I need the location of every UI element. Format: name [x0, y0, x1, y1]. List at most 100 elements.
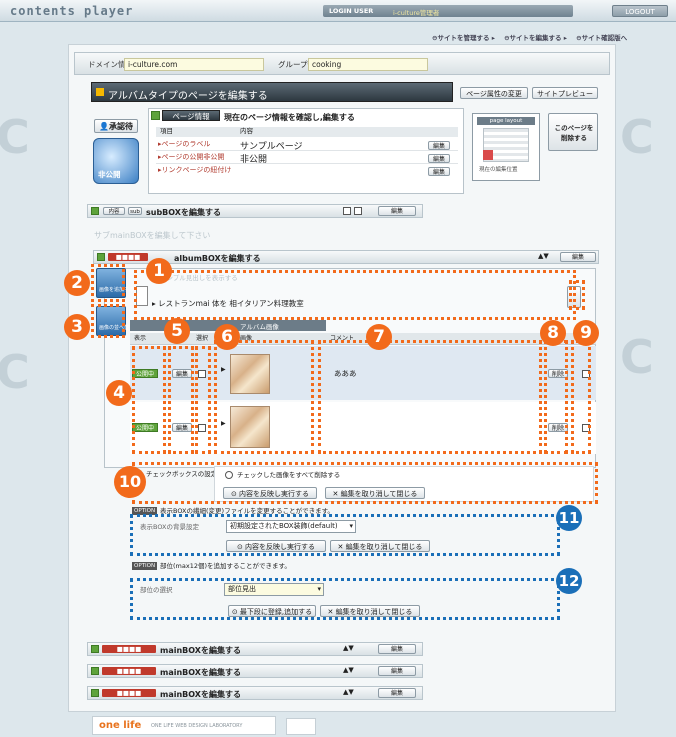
- subbox-bar: 内容 sub subBOXを編集する 編集: [87, 204, 423, 218]
- green-square-icon: [97, 253, 105, 261]
- callout-badge-7: 7: [366, 324, 392, 350]
- callout-frame-1b: [569, 280, 585, 310]
- crumb-manage-site[interactable]: ⊖サイトを管理する ▸: [432, 34, 495, 42]
- callout-frame-2: [91, 264, 125, 302]
- page-info-row: ▸ページの公開非公開 非公開 編集: [156, 152, 458, 165]
- mainbox-bar: ■■■■ mainBOXを編集する ▲▼ 編集: [87, 686, 423, 700]
- callout-frame-9: [571, 340, 591, 454]
- green-square-icon: [91, 689, 99, 697]
- subbox-toggle-a[interactable]: [343, 207, 351, 215]
- background-deco: C: [620, 110, 654, 164]
- crumb-view-site[interactable]: ⊖サイト確認版へ: [576, 34, 627, 42]
- crumb-edit-site[interactable]: ⊖サイトを編集する ▸: [504, 34, 567, 42]
- mainbox-label: mainBOXを編集する: [160, 690, 241, 699]
- subbox-tag2: sub: [128, 207, 142, 215]
- user-icon: 👤: [99, 122, 109, 131]
- mainbox-bar: ■■■■ mainBOXを編集する ▲▼ 編集: [87, 642, 423, 656]
- group-field: cooking: [308, 58, 428, 71]
- album-title-tab-label: アルバム画像: [240, 323, 279, 331]
- green-square-icon: [91, 645, 99, 653]
- col-display: 表示: [134, 335, 147, 342]
- page-info-heading: 現在のページ情報を確認し,編集する: [224, 113, 355, 122]
- mainbox-bar: ■■■■ mainBOXを編集する ▲▼ 編集: [87, 664, 423, 678]
- callout-badge-2: 2: [64, 270, 90, 296]
- mainbox-label: mainBOXを編集する: [160, 668, 241, 677]
- callout-frame-7: [318, 340, 542, 454]
- mainbox-edit-button[interactable]: 編集: [378, 688, 416, 698]
- layout-caption: 現在の編集位置: [479, 167, 518, 173]
- breadcrumb: ⊖サイトを管理する ▸ ⊖サイトを編集する ▸ ⊖サイト確認版へ: [432, 25, 672, 42]
- option2-text: 部位(max12個)を追加することができます。: [160, 562, 291, 570]
- approval-status-badge: 👤承認待: [94, 119, 138, 133]
- callout-frame-4: [132, 346, 166, 454]
- callout-frame-10: [132, 462, 598, 504]
- green-square-icon: [91, 207, 99, 215]
- publish-state-icon[interactable]: 非公開: [93, 138, 139, 184]
- page-attribute-button[interactable]: ページ属性の変更: [460, 87, 528, 99]
- albumbox-edit-button[interactable]: 編集: [560, 252, 596, 262]
- col-content: 内容: [240, 127, 253, 135]
- subbox-edit-button[interactable]: 編集: [378, 206, 416, 216]
- login-user-box: LOGIN USER i-culture管理者: [323, 5, 573, 17]
- background-deco: C: [0, 110, 30, 164]
- edit-label-button[interactable]: 編集: [428, 141, 450, 150]
- callout-frame-12: [130, 578, 560, 620]
- logout-button[interactable]: LOGOUT: [612, 5, 668, 17]
- row-value: サンプルページ: [240, 142, 303, 152]
- subbox-toggle-b[interactable]: [354, 207, 362, 215]
- mainbox-arrows[interactable]: ▲▼: [343, 689, 354, 696]
- faint-caption: サブmainBOXを編集して下さい: [94, 231, 211, 240]
- delete-page-button[interactable]: このページを削除する: [548, 113, 598, 151]
- album-tag: ■■■■: [108, 253, 148, 261]
- callout-frame-5b: [195, 346, 211, 454]
- callout-badge-3: 3: [64, 314, 90, 340]
- callout-frame-1: [134, 270, 576, 320]
- callout-frame-11: [130, 514, 560, 556]
- green-square-icon: [151, 111, 160, 120]
- mainbox-arrows[interactable]: ▲▼: [343, 645, 354, 652]
- domain-field: i-culture.com: [124, 58, 264, 71]
- mainbox-tag: ■■■■: [102, 645, 156, 653]
- layout-marker-icon: [483, 150, 493, 160]
- callout-badge-9: 9: [573, 320, 599, 346]
- mainbox-edit-button[interactable]: 編集: [378, 666, 416, 676]
- publish-state-label: 非公開: [98, 170, 121, 179]
- mainbox-edit-button[interactable]: 編集: [378, 644, 416, 654]
- album-arrows[interactable]: ▲▼: [538, 253, 549, 260]
- mainbox-tag: ■■■■: [102, 689, 156, 697]
- title-marker-icon: [96, 88, 104, 96]
- option-tag: OPTION: [132, 562, 158, 570]
- callout-badge-11: 11: [556, 505, 582, 531]
- background-deco: C: [620, 330, 654, 384]
- row-value: 非公開: [240, 155, 268, 165]
- callout-badge-5: 5: [164, 318, 190, 344]
- page-info-tab[interactable]: ページ情報: [162, 110, 220, 121]
- callout-badge-1: 1: [146, 258, 172, 284]
- subbox-tag: 内容: [103, 207, 125, 215]
- site-preview-button[interactable]: サイトプレビュー: [532, 87, 598, 99]
- footer-logo: one life: [99, 720, 142, 731]
- edit-link-button[interactable]: 編集: [428, 167, 450, 176]
- login-label: LOGIN USER: [329, 7, 374, 15]
- callout-badge-8: 8: [540, 320, 566, 346]
- page-info-row: ▸ページのラベル サンプルページ 編集: [156, 139, 458, 152]
- layout-label: page layout: [477, 117, 535, 125]
- row-label: ▸ページの公開非公開: [158, 153, 225, 161]
- footer-badge-icon: [286, 718, 316, 735]
- delete-page-label: このページを削除する: [554, 124, 594, 142]
- row-label: ▸リンクページの紐付け: [158, 166, 232, 174]
- col-item: 項目: [160, 127, 173, 135]
- callout-frame-6: [214, 340, 314, 454]
- page-title-bar: アルバムタイプのページを編集する: [91, 82, 453, 102]
- mainbox-label: mainBOXを編集する: [160, 646, 241, 655]
- col-select: 選択: [196, 335, 209, 342]
- edit-publish-button[interactable]: 編集: [428, 154, 450, 163]
- footer-brand: one life ONE LIFE WEB DESIGN LABORATORY: [92, 716, 276, 735]
- albumbox-label: albumBOXを編集する: [174, 254, 261, 263]
- page-layout-thumbnail[interactable]: page layout 現在の編集位置: [472, 113, 540, 181]
- page-title: アルバムタイプのページを編集する: [108, 91, 268, 102]
- callout-badge-6: 6: [214, 324, 240, 350]
- mainbox-tag: ■■■■: [102, 667, 156, 675]
- footer-tagline: ONE LIFE WEB DESIGN LABORATORY: [151, 723, 243, 729]
- mainbox-arrows[interactable]: ▲▼: [343, 667, 354, 674]
